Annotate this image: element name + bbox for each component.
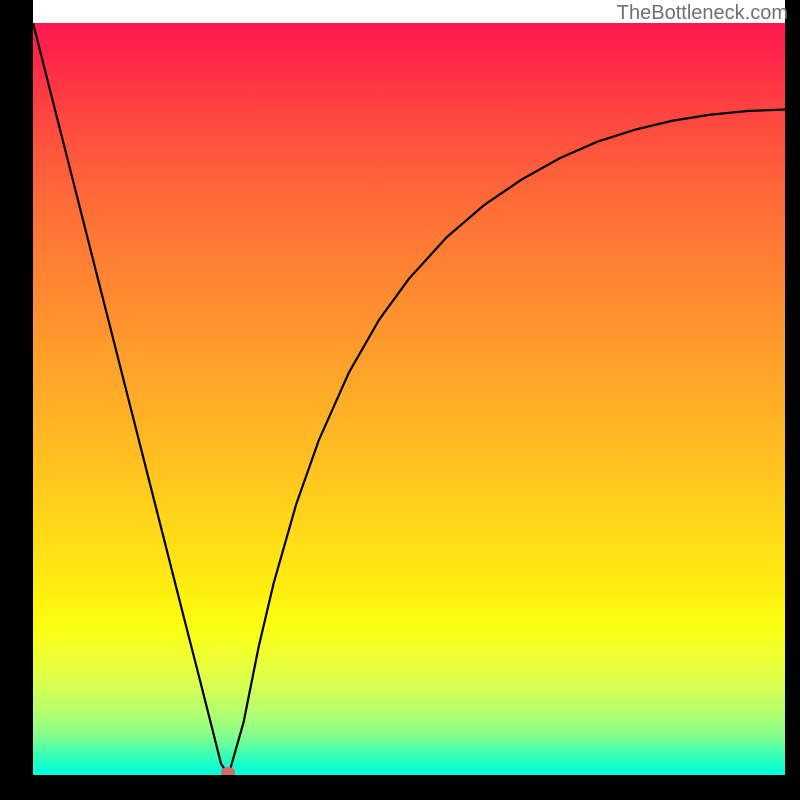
frame-right	[785, 0, 800, 800]
chart-container: TheBottleneck.com	[0, 0, 800, 800]
minimum-marker	[221, 767, 235, 777]
bottleneck-curve	[33, 23, 785, 775]
frame-bottom	[0, 775, 800, 800]
frame-left	[0, 0, 33, 800]
watermark-text: TheBottleneck.com	[617, 2, 788, 25]
